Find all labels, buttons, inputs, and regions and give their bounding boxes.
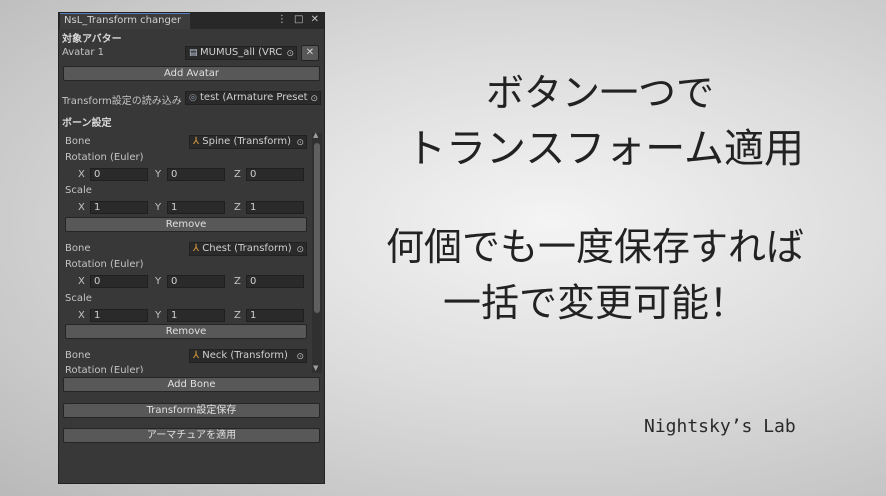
load-preset-value: test (Armature Preset: [200, 92, 308, 103]
rotation-z-field[interactable]: 0: [246, 168, 304, 181]
add-avatar-button[interactable]: Add Avatar: [63, 66, 320, 81]
rotation-y-field[interactable]: 0: [167, 168, 225, 181]
scrollbar-thumb[interactable]: [314, 143, 320, 313]
file-icon: ▤: [189, 48, 198, 58]
scale-y-field[interactable]: 1: [167, 201, 225, 214]
headline-line-3: 何個でも一度保存すれば: [385, 225, 804, 269]
transform-changer-window: NsL_Transform changer ⋮ □ ✕ 対象アバター Avata…: [58, 12, 325, 484]
bone-label: Bone: [65, 136, 91, 147]
avatar-label: Avatar 1: [62, 47, 105, 58]
add-bone-button[interactable]: Add Bone: [63, 377, 320, 392]
remove-bone-button[interactable]: Remove: [65, 217, 307, 232]
avatar-object-field[interactable]: ▤ MUMUS_all (VRC ⊙: [185, 46, 297, 60]
axis-y-label: Y: [155, 202, 162, 213]
headline-line-1: ボタン一つで: [485, 71, 714, 115]
scale-z-field[interactable]: 1: [246, 309, 304, 322]
bone-name: Spine (Transform): [202, 136, 291, 147]
bone-icon: ⅄: [193, 243, 200, 254]
bone-label: Bone: [65, 243, 91, 254]
preset-icon: ◎: [189, 93, 197, 103]
object-picker-icon[interactable]: ⊙: [296, 244, 304, 255]
scale-label: Scale: [65, 293, 92, 304]
axis-z-label: Z: [234, 310, 241, 321]
window-tab[interactable]: NsL_Transform changer: [60, 13, 190, 29]
bone-name: Chest (Transform): [202, 243, 292, 254]
remove-bone-button[interactable]: Remove: [65, 324, 307, 339]
clear-avatar-button[interactable]: ✕: [301, 45, 319, 61]
axis-z-label: Z: [234, 169, 241, 180]
window-controls[interactable]: ⋮ □ ✕: [277, 14, 321, 25]
avatar-field-value: MUMUS_all (VRC: [200, 47, 283, 58]
object-picker-icon[interactable]: ⊙: [296, 137, 304, 148]
apply-armature-button[interactable]: アーマチュアを適用: [63, 428, 320, 443]
save-transform-button[interactable]: Transform設定保存: [63, 403, 320, 418]
object-picker-icon[interactable]: ⊙: [286, 48, 294, 59]
scale-x-field[interactable]: 1: [90, 201, 148, 214]
scale-z-field[interactable]: 1: [246, 201, 304, 214]
rotation-z-field[interactable]: 0: [246, 275, 304, 288]
rotation-label: Rotation (Euler): [65, 152, 144, 163]
load-settings-label: Transform設定の読み込み: [62, 96, 182, 107]
scroll-down-icon[interactable]: ▼: [313, 364, 318, 372]
title-bar: NsL_Transform changer ⋮ □ ✕: [59, 13, 324, 29]
bone-label: Bone: [65, 350, 91, 361]
scroll-up-icon[interactable]: ▲: [313, 131, 318, 139]
axis-z-label: Z: [234, 202, 241, 213]
rotation-x-field[interactable]: 0: [90, 275, 148, 288]
bone-field-chest[interactable]: ⅄ Chest (Transform) ⊙: [189, 242, 307, 256]
bone-field-spine[interactable]: ⅄ Spine (Transform) ⊙: [189, 135, 307, 149]
load-preset-field[interactable]: ◎ test (Armature Preset ⊙: [185, 91, 321, 105]
axis-x-label: X: [78, 202, 85, 213]
rotation-label-clipped: Rotation (Euler): [65, 365, 144, 373]
rotation-y-field[interactable]: 0: [167, 275, 225, 288]
bone-icon: ⅄: [193, 350, 200, 361]
object-picker-icon[interactable]: ⊙: [310, 93, 318, 104]
credit-text: Nightsky’s Lab: [644, 416, 796, 437]
headline-line-2: トランスフォーム適用: [406, 126, 804, 172]
axis-y-label: Y: [155, 169, 162, 180]
headline-line-4: 一括で変更可能！: [442, 281, 747, 325]
rotation-x-field[interactable]: 0: [90, 168, 148, 181]
scale-x-field[interactable]: 1: [90, 309, 148, 322]
bone-name: Neck (Transform): [202, 350, 288, 361]
axis-x-label: X: [78, 310, 85, 321]
bone-field-neck[interactable]: ⅄ Neck (Transform) ⊙: [189, 349, 307, 363]
scale-y-field[interactable]: 1: [167, 309, 225, 322]
axis-x-label: X: [78, 169, 85, 180]
object-picker-icon[interactable]: ⊙: [296, 351, 304, 362]
avatar-section-header: 対象アバター: [62, 34, 122, 45]
axis-y-label: Y: [155, 276, 162, 287]
axis-z-label: Z: [234, 276, 241, 287]
axis-x-label: X: [78, 276, 85, 287]
bone-section-header: ボーン設定: [62, 118, 112, 129]
bone-icon: ⅄: [193, 136, 200, 147]
axis-y-label: Y: [155, 310, 162, 321]
rotation-label: Rotation (Euler): [65, 365, 144, 373]
rotation-label: Rotation (Euler): [65, 259, 144, 270]
scale-label: Scale: [65, 185, 92, 196]
